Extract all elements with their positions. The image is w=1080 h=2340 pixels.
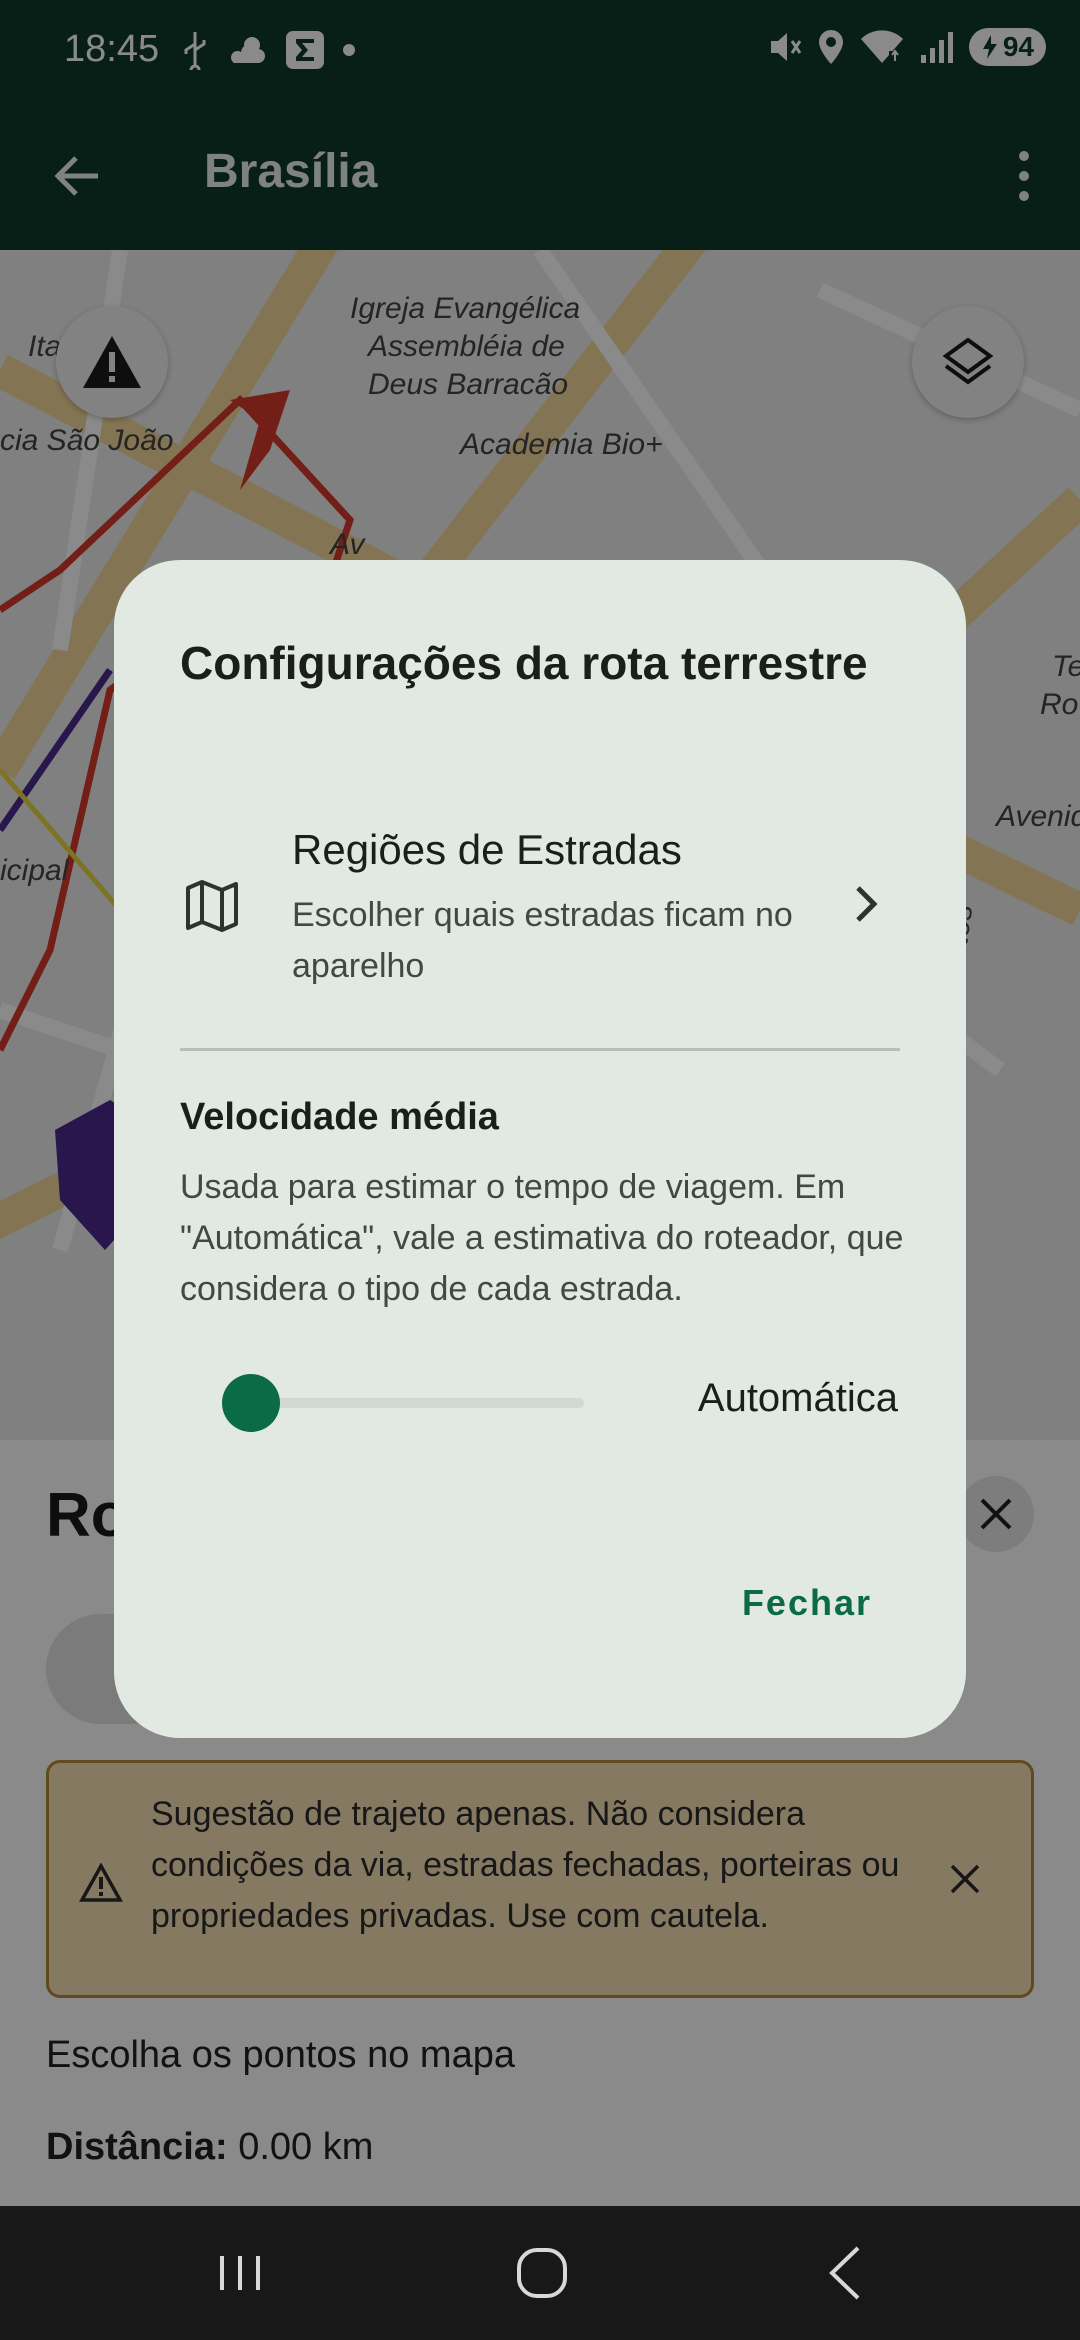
speed-slider-track[interactable]	[254, 1398, 584, 1408]
route-settings-dialog: Configurações da rota terrestre Regiões …	[114, 560, 966, 1738]
home-icon[interactable]	[502, 2236, 582, 2310]
road-regions-title[interactable]: Regiões de Estradas	[292, 826, 682, 874]
back-icon[interactable]	[806, 2236, 886, 2310]
road-regions-subtitle: Escolher quais estradas ficam no aparelh…	[292, 896, 793, 985]
speed-value-label: Automática	[697, 1376, 898, 1420]
average-speed-title: Velocidade média	[180, 1096, 499, 1138]
dialog-title: Configurações da rota terrestre	[180, 637, 868, 689]
speed-slider-thumb[interactable]	[222, 1374, 280, 1432]
system-nav-bar	[0, 2206, 1080, 2340]
map-icon	[186, 880, 238, 932]
recent-apps-icon[interactable]	[200, 2236, 280, 2310]
average-speed-description: Usada para estimar o tempo de viagem. Em…	[180, 1168, 904, 1308]
chevron-right-icon[interactable]	[846, 880, 886, 928]
divider	[180, 1048, 900, 1051]
close-button[interactable]: Fechar	[742, 1582, 872, 1624]
